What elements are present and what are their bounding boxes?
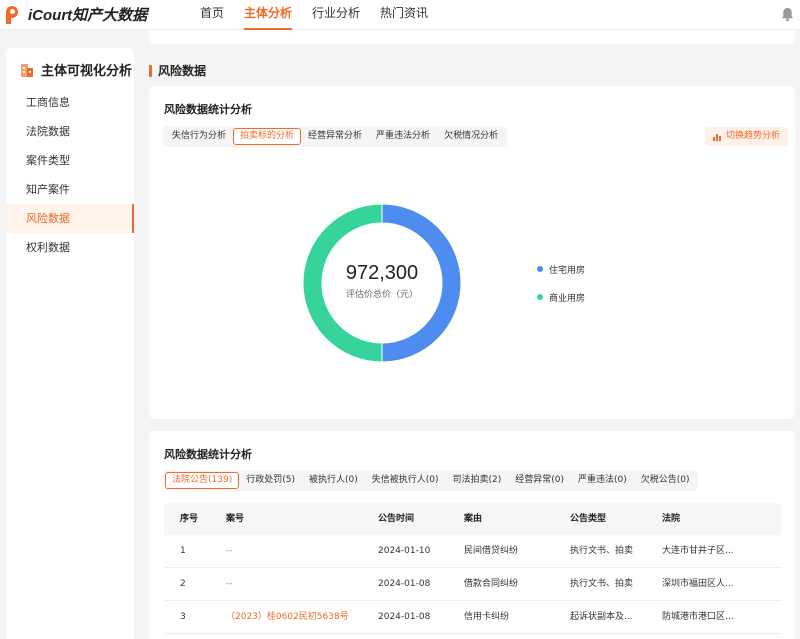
tab-dishonest-persons[interactable]: 失信被执行人(0) [365,472,446,489]
tab-serious-violations[interactable]: 严重违法(0) [571,472,634,489]
cell-index: 3 [180,612,186,622]
legend-dot [537,294,543,300]
building-icon [21,63,33,77]
sidebar-item-case-types[interactable]: 案件类型 [6,146,134,175]
sidebar-header: 主体可视化分析 [19,60,132,79]
card-title: 风险数据统计分析 [164,448,252,461]
announcement-tabs: 法院公告(139) 行政处罚(5) 被执行人(0) 失信被执行人(0) 司法拍卖… [163,470,699,491]
tab-judicial-auctions[interactable]: 司法拍卖(2) [445,472,508,489]
tab-dishonest-behavior[interactable]: 失信行为分析 [165,128,233,145]
switch-trend-button[interactable]: 切换趋势分析 [705,127,789,146]
sidebar-title: 主体可视化分析 [41,64,133,79]
tab-abnormal-operations[interactable]: 经营异常(0) [508,472,571,489]
cell-case-number[interactable]: （2023）桂0602民初5638号 [210,601,378,633]
tab-auction-target[interactable]: 拍卖标的分析 [233,128,302,145]
column-header-date: 公告时间 [378,514,415,524]
sidebar-item-court-data[interactable]: 法院数据 [6,117,134,146]
column-header-court: 法院 [662,514,681,524]
chart-legend: 住宅用房 商业用房 [537,262,585,318]
sidebar-item-rights-data[interactable]: 权利数据 [6,233,134,262]
section-title: 风险数据 [158,64,207,78]
column-header-index: 序号 [180,514,199,524]
cell-cause: 借款合同纠纷 [464,579,519,589]
cell-court: 大连市甘井子区... [662,546,734,556]
tab-administrative-penalties[interactable]: 行政处罚(5) [239,472,302,489]
cell-date: 2024-01-10 [378,546,431,556]
cell-date: 2024-01-08 [378,579,431,589]
previous-card-bottom [149,30,795,44]
column-header-cause: 案由 [464,514,483,524]
cell-cause: 信用卡纠纷 [464,612,510,622]
switch-trend-label: 切换趋势分析 [726,131,781,141]
cell-date: 2024-01-08 [378,612,431,622]
analysis-tabs: 失信行为分析 拍卖标的分析 经营异常分析 严重违法分析 欠税情况分析 [163,126,508,147]
tab-persons-subject-to-execution[interactable]: 被执行人(0) [302,472,365,489]
sidebar-item-business-info[interactable]: 工商信息 [6,88,134,117]
sidebar-menu: 工商信息 法院数据 案件类型 知产案件 风险数据 权利数据 [6,88,134,262]
cell-cause: 民间借贷纠纷 [464,546,519,556]
cell-court: 深圳市福田区人... [662,579,734,589]
cell-type: 执行文书、拍卖 [570,579,634,589]
main-nav: 首页 主体分析 行业分析 热门资讯 [200,0,448,30]
nav-hot-news[interactable]: 热门资讯 [380,0,428,30]
cell-index: 2 [180,579,186,589]
cell-index: 1 [180,546,186,556]
sidebar-item-ip-cases[interactable]: 知产案件 [6,175,134,204]
table-header: 序号 案号 公告时间 案由 公告类型 法院 [164,503,781,535]
bell-icon[interactable] [781,7,794,22]
legend-item-commercial[interactable]: 商业用房 [537,290,585,304]
logo-text: iCourt知产大数据 [28,7,148,24]
sidebar-item-risk-data[interactable]: 风险数据 [6,204,134,233]
tab-serious-violation[interactable]: 严重违法分析 [369,128,437,145]
table-row[interactable]: 3 （2023）桂0602民初5638号 2024-01-08 信用卡纠纷 起诉… [164,601,781,634]
nav-home[interactable]: 首页 [200,0,224,30]
legend-label: 住宅用房 [549,265,586,276]
risk-stats-card: 风险数据统计分析 失信行为分析 拍卖标的分析 经营异常分析 严重违法分析 欠税情… [149,86,795,419]
cell-court: 防城港市港口区... [662,612,734,622]
column-header-case-number: 案号 [226,514,245,524]
cell-case-number[interactable]: -- [210,535,378,567]
section-accent-bar [149,64,152,77]
bar-chart-icon [713,133,721,141]
legend-label: 商业用房 [549,293,586,304]
column-header-type: 公告类型 [570,514,607,524]
section-header: 风险数据 [149,62,206,79]
donut-center: 972,300 评估价总价（元） [303,262,461,300]
risk-table-card: 风险数据统计分析 法院公告(139) 行政处罚(5) 被执行人(0) 失信被执行… [149,431,795,639]
table-row[interactable]: 1 -- 2024-01-10 民间借贷纠纷 执行文书、拍卖 大连市甘井子区..… [164,535,781,568]
donut-total-value: 972,300 [345,262,419,284]
logo-icon [6,5,22,24]
tab-court-announcements[interactable]: 法院公告(139) [165,472,240,489]
announcements-table: 序号 案号 公告时间 案由 公告类型 法院 1 -- 2024-01-10 民间… [164,503,781,634]
tab-tax-arrears[interactable]: 欠税情况分析 [437,128,505,145]
cell-type: 执行文书、拍卖 [570,546,634,556]
legend-dot [537,266,543,272]
nav-entity-analysis[interactable]: 主体分析 [244,0,293,30]
nav-industry-analysis[interactable]: 行业分析 [312,0,360,30]
top-bar: iCourt知产大数据 首页 主体分析 行业分析 热门资讯 [0,0,800,30]
tab-abnormal-operation[interactable]: 经营异常分析 [301,128,369,145]
card-title: 风险数据统计分析 [164,103,252,116]
legend-item-residential[interactable]: 住宅用房 [537,262,585,276]
table-row[interactable]: 2 -- 2024-01-08 借款合同纠纷 执行文书、拍卖 深圳市福田区人..… [164,568,781,601]
cell-type: 起诉状副本及... [570,612,633,622]
tab-tax-arrears-notices[interactable]: 欠税公告(0) [634,472,697,489]
sidebar: 主体可视化分析 工商信息 法院数据 案件类型 知产案件 风险数据 权利数据 [6,48,134,639]
donut-total-label: 评估价总价（元） [345,290,418,300]
cell-case-number[interactable]: -- [210,568,378,600]
logo[interactable]: iCourt知产大数据 [6,4,147,25]
